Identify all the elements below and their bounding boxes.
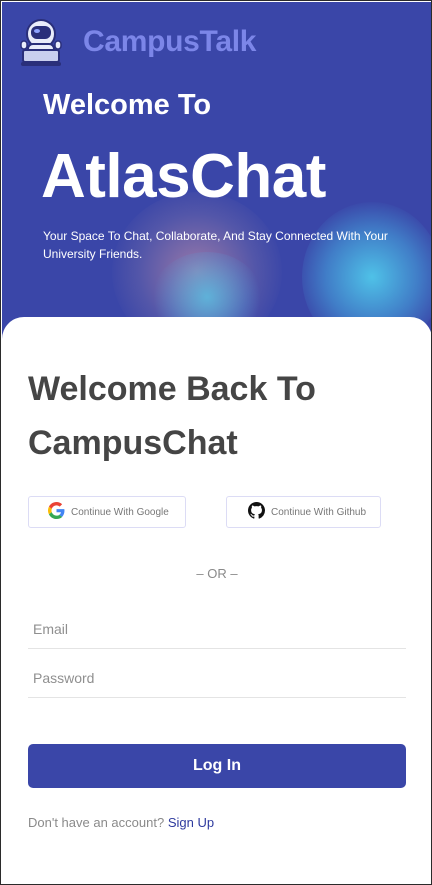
github-icon [248, 502, 265, 522]
google-icon [48, 502, 65, 522]
google-button-label: Continue With Google [71, 506, 169, 518]
or-divider: – OR – [196, 566, 238, 581]
hero-tagline: Your Space To Chat, Collaborate, And Sta… [43, 229, 388, 261]
github-button-label: Continue With Github [271, 506, 367, 518]
brand-name: CampusTalk [83, 25, 257, 58]
hero-welcome-text: Welcome To [43, 89, 212, 121]
astronaut-laptop-icon [19, 17, 65, 69]
signup-row: Don't have an account? Sign Up [28, 815, 214, 830]
signup-prompt: Don't have an account? [28, 815, 165, 830]
app-frame: CampusTalk Welcome To AtlasChat Your Spa… [0, 0, 432, 885]
email-field[interactable] [28, 609, 406, 649]
signup-link[interactable]: Sign Up [168, 815, 214, 830]
github-login-button[interactable]: Continue With Github [226, 496, 381, 528]
password-field[interactable] [28, 658, 406, 698]
hero-title: AtlasChat [41, 142, 326, 211]
login-button[interactable]: Log In [28, 744, 406, 788]
google-login-button[interactable]: Continue With Google [28, 496, 186, 528]
login-title: Welcome Back To CampusChat [28, 370, 316, 462]
